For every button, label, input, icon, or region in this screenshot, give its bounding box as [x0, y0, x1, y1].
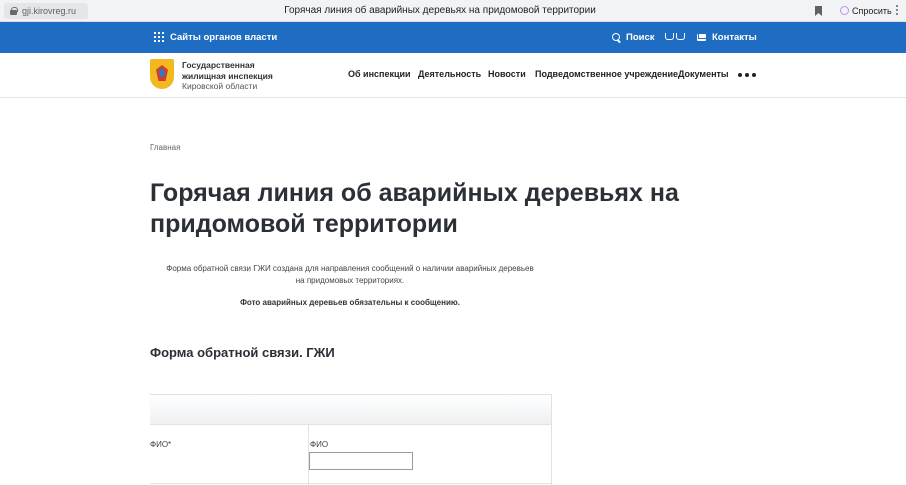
form-header-band	[150, 395, 551, 425]
search-icon	[612, 33, 621, 42]
tab-title: Горячая линия об аварийных деревьях на п…	[284, 5, 596, 16]
portal-sites-link[interactable]: Сайты органов власти	[154, 22, 277, 53]
search-link[interactable]: Поиск	[612, 22, 655, 53]
feedback-form: ФИО* ФИО	[150, 394, 552, 485]
mail-icon	[697, 34, 706, 41]
page-title-line2: придомовой территории	[150, 210, 458, 238]
browser-menu-icon[interactable]	[896, 5, 899, 17]
intro-line1: Форма обратной связи ГЖИ создана для нап…	[166, 264, 534, 273]
nav-about[interactable]: Об инспекции	[348, 69, 411, 79]
grid-icon	[154, 32, 164, 42]
lock-icon	[10, 7, 18, 15]
intro-line2: на придомовых территориях.	[295, 276, 405, 285]
ask-label: Спросить	[852, 6, 892, 16]
nav-news[interactable]: Новости	[488, 69, 526, 79]
browser-toolbar: gji.kirovreg.ru Горячая линия об аварийн…	[0, 0, 906, 22]
fio-input[interactable]	[309, 452, 413, 470]
top-bar: Сайты органов власти Поиск Контакты	[0, 22, 906, 53]
site-header: Государственная жилищная инспекция Киров…	[0, 53, 906, 98]
org-name-line1: Государственная	[182, 60, 255, 70]
org-name-line2: жилищная инспекция	[182, 70, 273, 81]
url-text: gji.kirovreg.ru	[22, 6, 77, 16]
page-title-line1: Горячая линия об аварийных деревьях на	[150, 179, 679, 207]
assistant-icon	[840, 6, 849, 15]
breadcrumb-home[interactable]: Главная	[150, 143, 180, 152]
fio-caption: ФИО	[310, 440, 329, 449]
org-name[interactable]: Государственная жилищная инспекция Киров…	[182, 60, 273, 92]
more-dots-icon[interactable]	[738, 73, 756, 77]
bookmark-icon[interactable]	[815, 6, 822, 16]
fio-label: ФИО*	[150, 440, 172, 449]
coat-of-arms-icon[interactable]	[150, 59, 174, 89]
form-row-divider	[150, 483, 551, 484]
page-title: Горячая линия об аварийных деревьях на п…	[150, 178, 690, 240]
accessibility-glasses-icon[interactable]	[665, 33, 685, 42]
portal-sites-label: Сайты органов власти	[170, 32, 278, 43]
org-name-region: Кировской области	[182, 81, 258, 91]
nav-activity[interactable]: Деятельность	[418, 69, 481, 79]
search-label: Поиск	[626, 32, 655, 43]
form-title: Форма обратной связи. ГЖИ	[150, 345, 335, 360]
nav-subordinate-institution[interactable]: Подведомственное учреждение	[535, 69, 678, 79]
contacts-link[interactable]: Контакты	[697, 22, 757, 53]
ask-button[interactable]: Спросить	[836, 3, 898, 19]
address-bar[interactable]: gji.kirovreg.ru	[4, 3, 88, 19]
intro-text: Форма обратной связи ГЖИ создана для нап…	[150, 263, 550, 287]
nav-documents[interactable]: Документы	[678, 69, 729, 79]
intro-required-photo: Фото аварийных деревьев обязательны к со…	[240, 298, 460, 307]
contacts-label: Контакты	[712, 32, 757, 43]
